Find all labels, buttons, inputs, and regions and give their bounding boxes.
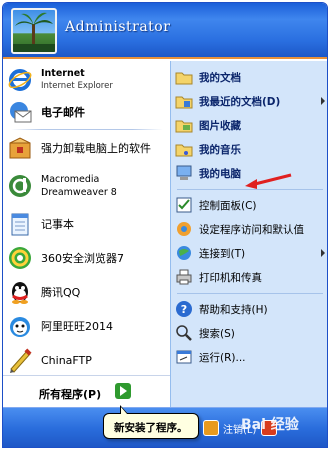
recent-item-360-browser[interactable]: 360安全浏览器7 (7, 245, 167, 271)
my-music-icon (175, 140, 193, 158)
control-panel-icon (175, 196, 193, 214)
start-menu-header: Administrator (3, 3, 327, 59)
recent-item-label: Macromedia Dreamweaver 8 (41, 174, 117, 198)
places-item-my-pictures[interactable]: 图片收藏 (175, 113, 327, 137)
places-item-search[interactable]: 搜索(S) (175, 321, 327, 345)
places-item-run[interactable]: 运行(R)... (175, 345, 327, 369)
chinaftp-icon (7, 347, 33, 373)
recent-item-label: 阿里旺旺2014 (41, 319, 113, 333)
user-avatar[interactable] (11, 8, 57, 54)
places-item-label: 我的电脑 (199, 167, 241, 180)
places-item-label: 设定程序访问和默认值 (199, 223, 304, 236)
uninstaller-icon (7, 135, 33, 161)
aliwangwang-icon (7, 313, 33, 339)
help-icon: ? (175, 300, 193, 318)
pinned-internet-title: Internet (41, 68, 85, 79)
new-programs-tooltip: 新安装了程序。 (103, 405, 199, 439)
annotation-arrow-icon (245, 173, 292, 189)
recent-item-dreamweaver[interactable]: Macromedia Dreamweaver 8 (7, 173, 167, 199)
places-item-label: 图片收藏 (199, 119, 241, 132)
notepad-icon (7, 211, 33, 237)
pinned-email-label: 电子邮件 (41, 105, 85, 119)
360-browser-icon (7, 245, 33, 271)
left-panel: Internet Internet Explorer 电子邮件 强力卸载电脑上的… (3, 61, 170, 407)
recent-item-uninstaller[interactable]: 强力卸载电脑上的软件 (7, 135, 167, 161)
dreamweaver-icon (7, 173, 33, 199)
recent-item-label: 360安全浏览器7 (41, 251, 124, 265)
my-documents-icon (175, 68, 193, 86)
right-panel: 我的文档 我最近的文档(D) 图片收藏 我的音乐 我的电脑 控制面板(C) 设定… (170, 61, 327, 407)
places-item-label: 我的音乐 (199, 143, 241, 156)
pinned-internet-subtitle: Internet Explorer (41, 81, 113, 91)
recent-item-notepad[interactable]: 记事本 (7, 211, 167, 237)
my-pictures-icon (175, 116, 193, 134)
recent-item-aliwangwang[interactable]: 阿里旺旺2014 (7, 313, 167, 339)
places-item-label: 我的文档 (199, 71, 241, 84)
printer-icon (175, 268, 193, 286)
places-item-label: 控制面板(C) (199, 199, 257, 212)
places-item-recent-documents[interactable]: 我最近的文档(D) (175, 89, 327, 113)
svg-text:?: ? (181, 303, 187, 316)
places-item-program-access[interactable]: 设定程序访问和默认值 (175, 217, 327, 241)
qq-icon (7, 279, 33, 305)
places-item-help[interactable]: ? 帮助和支持(H) (175, 297, 327, 321)
start-menu: Administrator Internet Internet Explorer (2, 2, 328, 448)
username: Administrator (65, 19, 171, 35)
submenu-arrow-icon (321, 97, 325, 105)
places-item-label: 搜索(S) (199, 327, 235, 340)
recent-documents-icon (175, 92, 193, 110)
right-separator (177, 293, 323, 294)
recent-item-label: 腾讯QQ (41, 285, 81, 299)
recent-item-label: ChinaFTP (41, 353, 92, 367)
recent-item-chinaftp[interactable]: ChinaFTP (7, 347, 167, 373)
places-item-label: 我最近的文档(D) (199, 95, 281, 108)
recent-item-label: 记事本 (41, 217, 74, 231)
recent-item-qq[interactable]: 腾讯QQ (7, 279, 167, 305)
key-icon (203, 420, 219, 436)
watermark: Bai 经验 (241, 417, 299, 433)
palm-tree-icon (13, 12, 55, 52)
recent-item-label: 强力卸载电脑上的软件 (41, 141, 151, 155)
places-item-label: 帮助和支持(H) (199, 303, 268, 316)
places-item-my-documents[interactable]: 我的文档 (175, 65, 327, 89)
left-separator (11, 129, 163, 130)
places-item-label: 运行(R)... (199, 351, 246, 364)
places-item-connect-to[interactable]: 连接到(T) (175, 241, 327, 265)
places-item-label: 打印机和传真 (199, 271, 262, 284)
pinned-internet[interactable]: Internet Internet Explorer (7, 67, 167, 93)
email-icon (7, 99, 33, 125)
my-computer-icon (175, 164, 193, 182)
program-access-icon (175, 220, 193, 238)
places-item-label: 连接到(T) (199, 247, 246, 260)
search-icon (175, 324, 193, 342)
places-item-printers[interactable]: 打印机和传真 (175, 265, 327, 289)
submenu-arrow-icon (321, 249, 325, 257)
all-programs-label: 所有程序(P) (39, 388, 102, 401)
run-icon (175, 348, 193, 366)
arrow-right-icon (115, 383, 131, 399)
internet-explorer-icon (7, 67, 33, 93)
connect-to-icon (175, 244, 193, 262)
all-programs-button[interactable]: 所有程序(P) (3, 375, 170, 407)
pinned-email[interactable]: 电子邮件 (7, 99, 167, 125)
places-item-my-music[interactable]: 我的音乐 (175, 137, 327, 161)
places-item-control-panel[interactable]: 控制面板(C) (175, 193, 327, 217)
